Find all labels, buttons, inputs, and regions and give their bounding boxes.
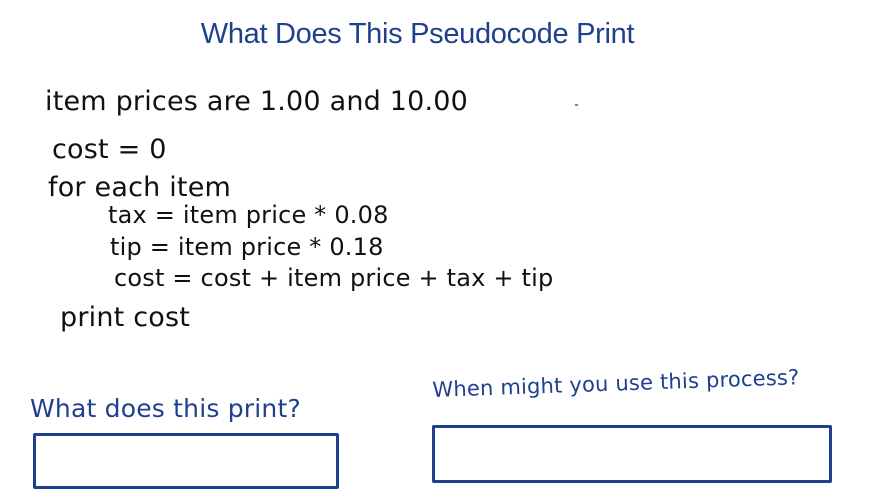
use-answer-input[interactable] — [435, 428, 829, 480]
code-line-5: tip = item price * 0.18 — [110, 233, 384, 261]
question-label-print: What does this print? — [30, 394, 301, 423]
stray-mark — [575, 104, 578, 106]
page-title: What Does This Pseudocode Print — [200, 18, 635, 50]
code-line-4: tax = item price * 0.08 — [108, 201, 389, 229]
use-answer-box[interactable] — [432, 425, 832, 483]
code-line-7: print cost — [60, 302, 191, 333]
print-answer-input[interactable] — [36, 436, 336, 486]
code-line-3: for each item — [48, 172, 232, 203]
code-line-2: cost = 0 — [52, 134, 167, 165]
question-label-use: When might you use this process? — [432, 365, 800, 402]
print-answer-box[interactable] — [33, 433, 339, 489]
code-line-6: cost = cost + item price + tax + tip — [114, 264, 554, 292]
code-line-1: item prices are 1.00 and 10.00 — [45, 86, 469, 117]
